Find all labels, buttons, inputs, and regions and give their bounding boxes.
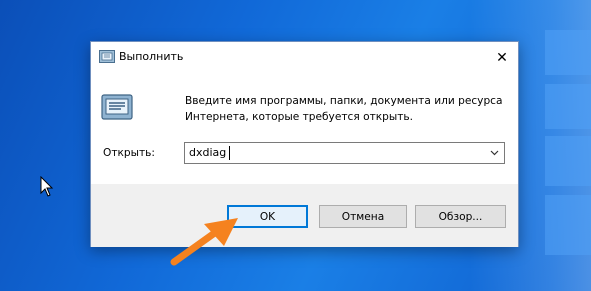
close-icon: ✕ xyxy=(496,49,508,66)
windows-logo-pane xyxy=(545,30,591,75)
windows-logo-pane xyxy=(545,84,591,129)
windows-logo-pane xyxy=(545,195,591,255)
run-dialog: Выполнить ✕ Введите имя программы, папки… xyxy=(90,41,519,247)
text-caret xyxy=(229,146,230,160)
run-icon xyxy=(101,94,133,120)
dialog-description: Введите имя программы, папки, документа … xyxy=(185,95,503,123)
run-icon xyxy=(99,50,115,63)
dialog-title: Выполнить xyxy=(119,50,184,63)
title-bar[interactable]: Выполнить ✕ xyxy=(91,42,518,73)
cancel-button[interactable]: Отмена xyxy=(319,205,407,228)
open-input[interactable]: dxdiag xyxy=(189,146,226,159)
windows-logo-pane xyxy=(545,136,591,186)
browse-button[interactable]: Обзор... xyxy=(415,205,506,228)
mouse-cursor-icon xyxy=(40,176,54,197)
chevron-down-icon[interactable] xyxy=(489,147,500,158)
open-label: Открыть: xyxy=(103,147,155,159)
pointer-arrow-icon xyxy=(170,218,238,266)
open-combobox[interactable]: dxdiag xyxy=(184,142,505,164)
close-button[interactable]: ✕ xyxy=(486,42,518,73)
